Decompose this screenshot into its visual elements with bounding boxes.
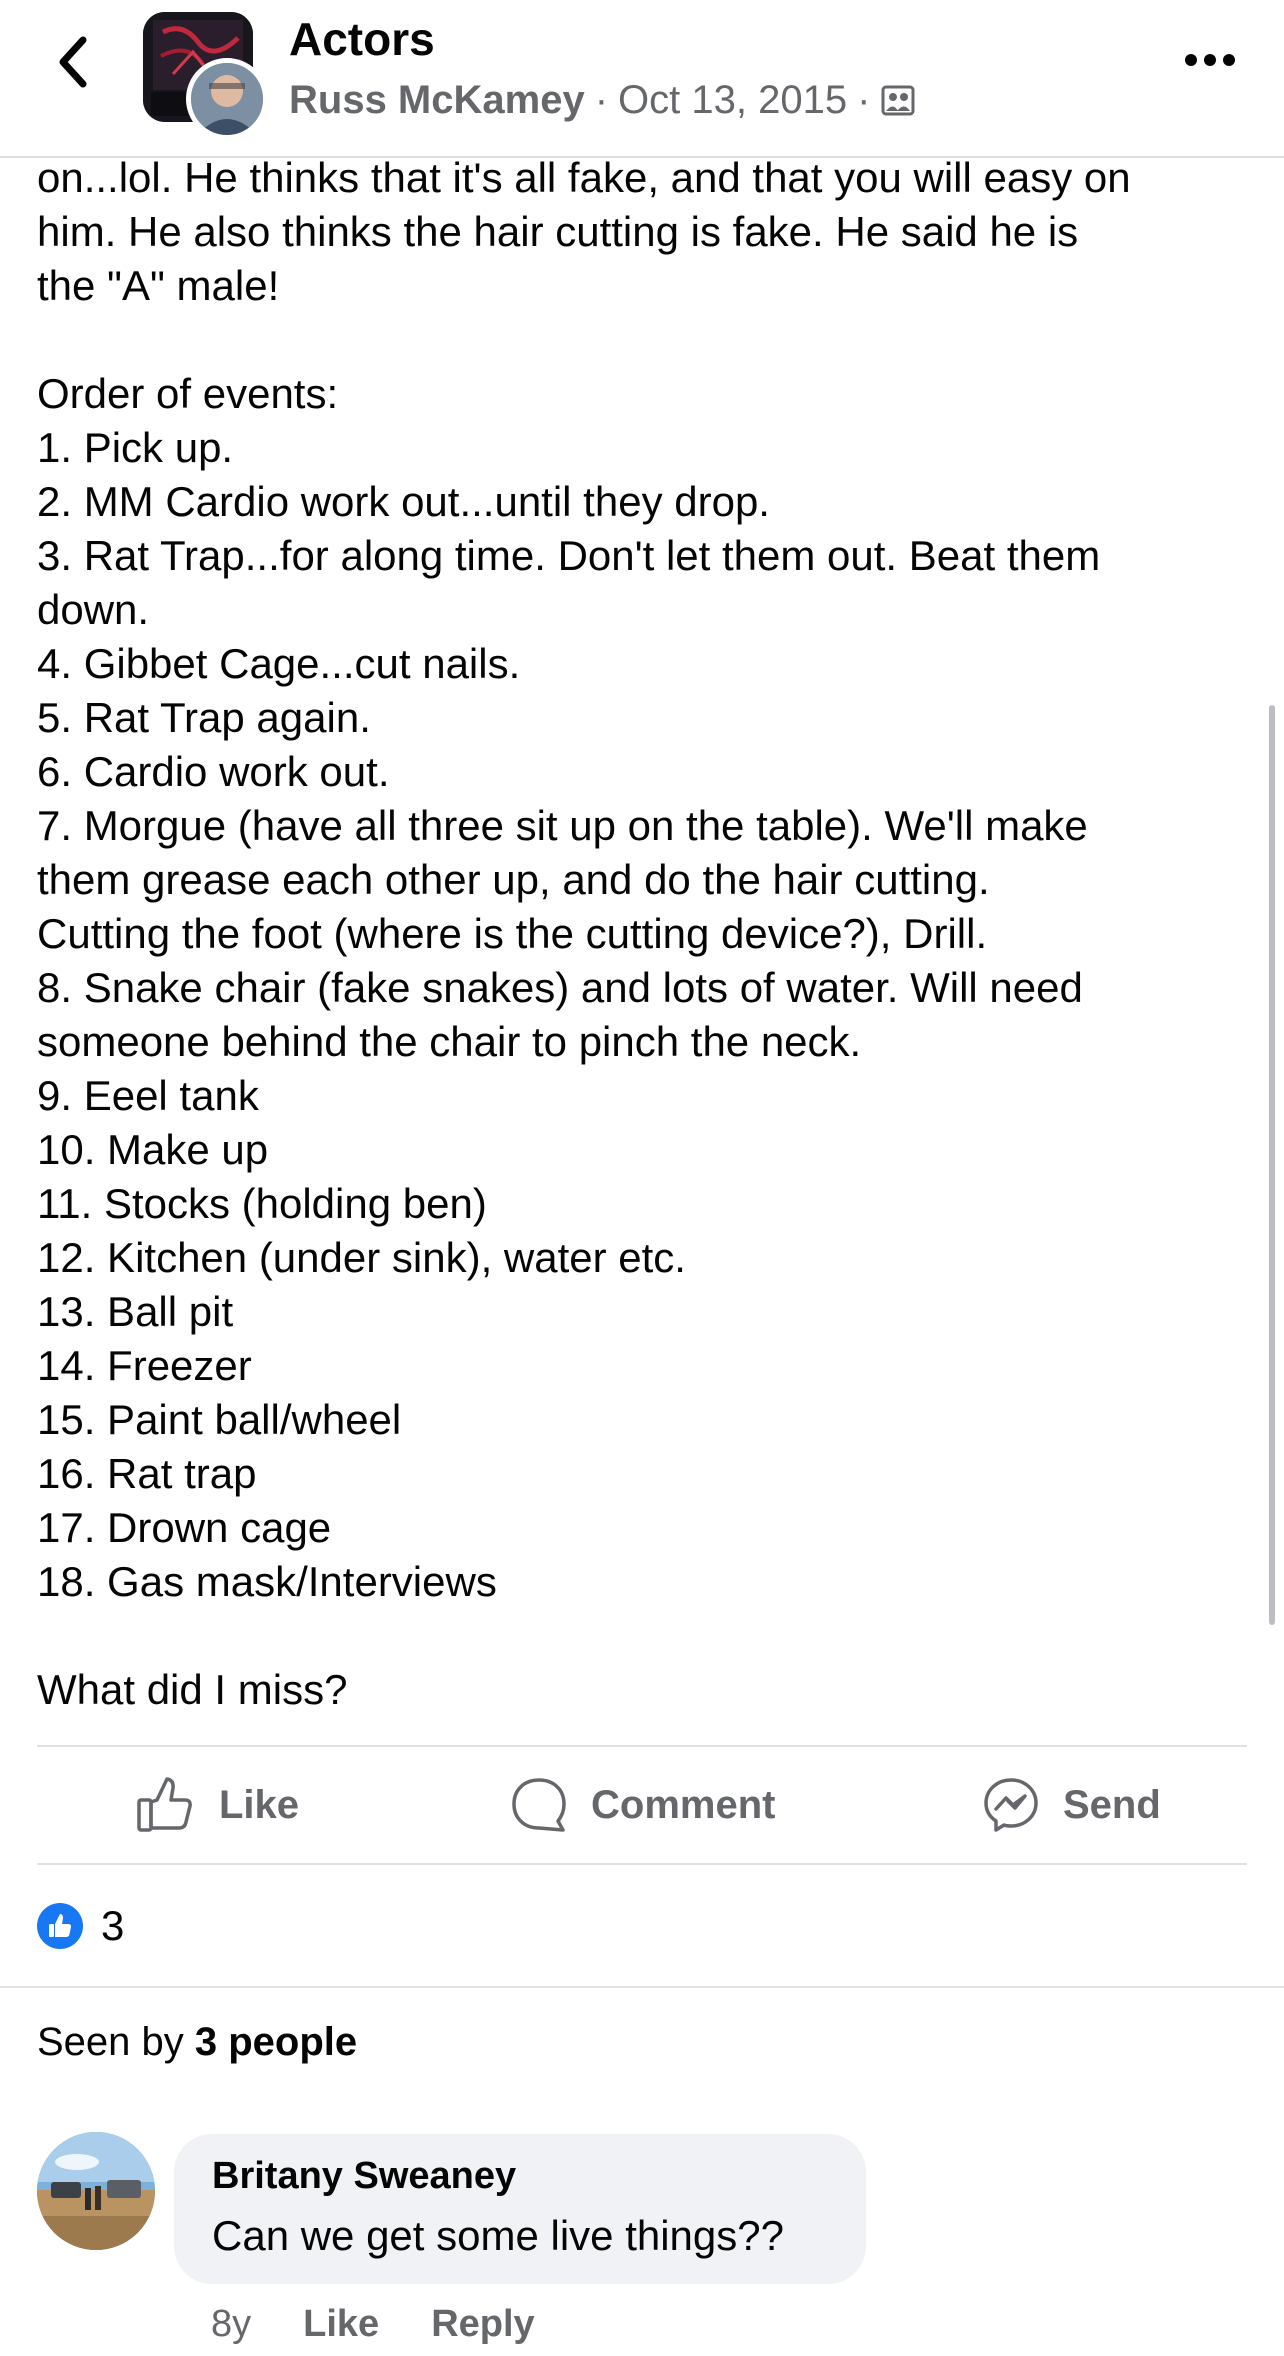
post-text-line: 13. Ball pit [37, 1288, 234, 1335]
back-button[interactable] [44, 28, 100, 96]
author-name[interactable]: Russ McKamey [289, 78, 585, 123]
like-button[interactable]: Like [135, 1748, 299, 1862]
post-text-line: down. [37, 586, 150, 633]
post-body: on...lol. He thinks that it's all fake, … [37, 151, 1257, 1717]
post-text-line: 9. Eeel tank [37, 1072, 259, 1119]
comment-meta: 8y Like Reply [211, 2298, 587, 2350]
post-text-line: the "A" male! [37, 262, 280, 309]
post-text-line: 10. Make up [37, 1126, 269, 1173]
post-text-line: 16. Rat trap [37, 1450, 257, 1497]
post-text-line: 4. Gibbet Cage...cut nails. [37, 640, 521, 687]
post-text-line: 18. Gas mask/Interviews [37, 1558, 497, 1605]
thumbs-up-icon [37, 1903, 83, 1949]
reaction-summary[interactable]: 3 [37, 1900, 124, 1952]
comment-like-button[interactable]: Like [303, 2303, 379, 2346]
post-date[interactable]: Oct 13, 2015 [618, 78, 847, 123]
post-text-line: 15. Paint ball/wheel [37, 1396, 402, 1443]
divider [37, 1745, 1247, 1747]
meta-separator: · [857, 77, 871, 122]
comment-button[interactable]: Comment [509, 1748, 775, 1862]
post-text-line: 12. Kitchen (under sink), water etc. [37, 1234, 686, 1281]
send-label: Send [1063, 1782, 1161, 1827]
post-text-line: 14. Freezer [37, 1342, 252, 1389]
like-label: Like [219, 1782, 300, 1827]
post-text-line: Cutting the foot (where is the cutting d… [37, 910, 988, 957]
more-options-button[interactable] [1180, 40, 1240, 80]
seen-prefix: Seen by [37, 2020, 195, 2064]
messenger-icon [981, 1775, 1041, 1835]
post-text-line: 3. Rat Trap...for along time. Don't let … [37, 532, 1101, 579]
post-text-line: Order of events: [37, 370, 339, 417]
comment-age: 8y [211, 2302, 252, 2345]
send-button[interactable]: Send [981, 1748, 1161, 1862]
post-text-line: 1. Pick up. [37, 424, 234, 471]
post-text-line: 2. MM Cardio work out...until they drop. [37, 478, 770, 525]
reaction-count: 3 [101, 1902, 125, 1949]
ellipsis-horizontal-icon [1185, 54, 1235, 66]
post-text-line: on...lol. He thinks that it's all fake, … [37, 154, 1131, 201]
group-name[interactable]: Actors [289, 12, 435, 66]
comment-label: Comment [591, 1782, 776, 1827]
group-members-icon [881, 85, 915, 116]
divider [37, 1863, 1247, 1865]
seen-count: 3 people [194, 2020, 358, 2064]
post-text-line: 8. Snake chair (fake snakes) and lots of… [37, 964, 1083, 1011]
meta-separator: · [594, 77, 609, 122]
post-text-line: 17. Drown cage [37, 1504, 332, 1551]
post-text-line: someone behind the chair to pinch the ne… [37, 1018, 862, 1065]
post-meta: Russ McKamey · Oct 13, 2015 · [289, 74, 916, 126]
author-avatar[interactable] [186, 58, 268, 140]
comment-bubble-icon [509, 1775, 569, 1835]
post-text-line: 6. Cardio work out. [37, 748, 390, 795]
chevron-left-icon [59, 36, 87, 88]
post-text-line: What did I miss? [37, 1666, 348, 1713]
comment-reply-button[interactable]: Reply [431, 2303, 534, 2346]
section-divider [0, 1986, 1284, 1988]
scrollbar[interactable] [1269, 705, 1275, 1625]
post-header: Actors Russ McKamey · Oct 13, 2015 · [0, 0, 1284, 158]
post-text-line: them grease each other up, and do the ha… [37, 856, 990, 903]
commenter-avatar[interactable] [37, 2132, 155, 2250]
comment-bubble[interactable]: Britany Sweaney Can we get some live thi… [174, 2134, 866, 2284]
commenter-name[interactable]: Britany Sweaney [212, 2154, 866, 2198]
post-text-line: 7. Morgue (have all three sit up on the … [37, 802, 1088, 849]
post-text-line: 11. Stocks (holding ben) [37, 1180, 487, 1227]
post-actions-bar: Like Comment Send [37, 1748, 1247, 1862]
comment-text: Can we get some live things?? [212, 2212, 784, 2259]
post-text-line: him. He also thinks the hair cutting is … [37, 208, 1079, 255]
seen-by[interactable]: Seen by 3 people [37, 2020, 357, 2065]
thumbs-up-outline-icon [135, 1774, 197, 1836]
post-text-line: 5. Rat Trap again. [37, 694, 371, 741]
